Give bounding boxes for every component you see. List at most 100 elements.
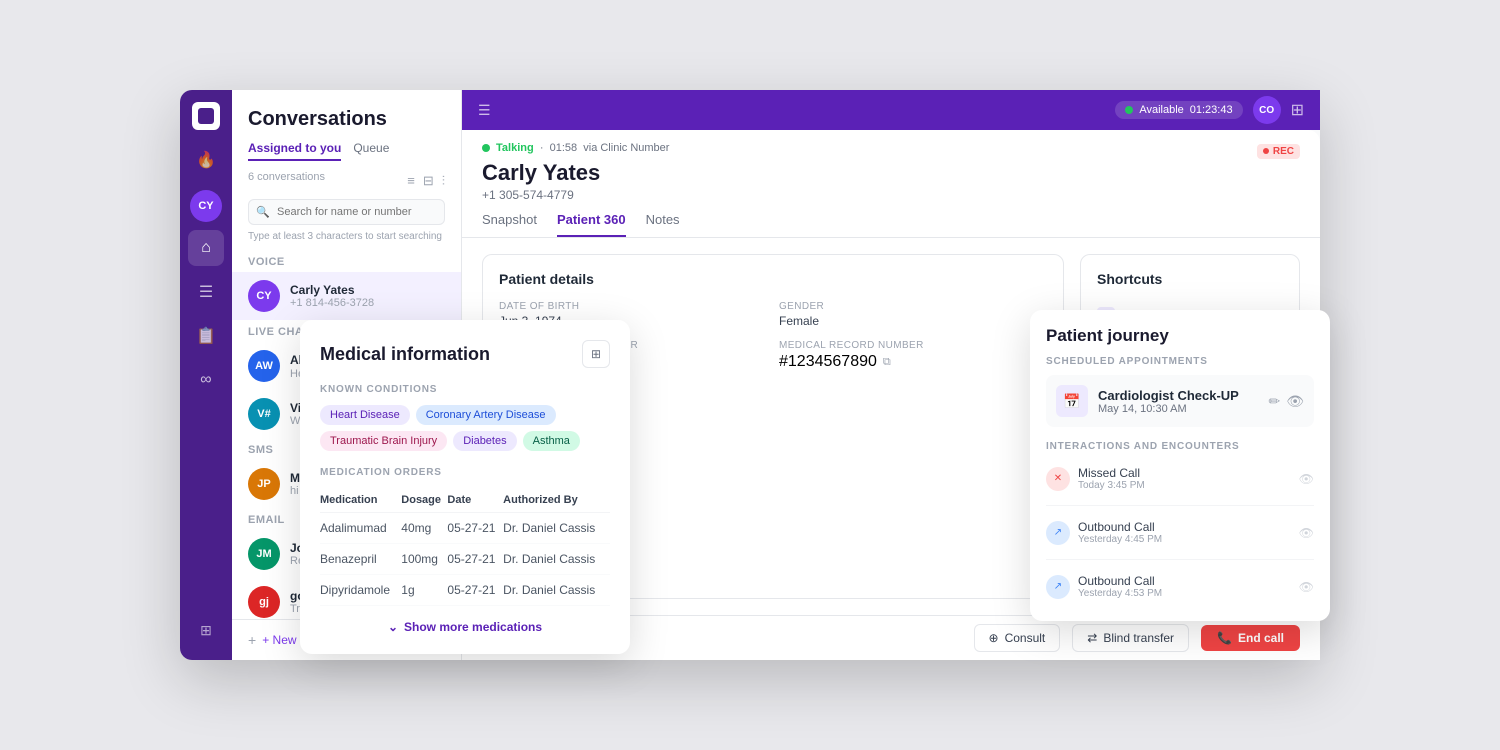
col-medication: Medication — [320, 488, 401, 513]
conv-info-carly: Carly Yates +1 814-456-3728 — [290, 283, 445, 309]
tab-notes[interactable]: Notes — [646, 212, 680, 237]
outbound-call-name-2: Outbound Call — [1078, 574, 1291, 588]
topbar-icon-left[interactable]: ☰ — [478, 102, 491, 119]
table-row: Dipyridamole 1g 05-27-21 Dr. Daniel Cass… — [320, 575, 610, 606]
grid-view-icon[interactable]: ⊟ — [423, 173, 434, 189]
end-call-icon: 📞 — [1217, 631, 1232, 645]
blind-transfer-button[interactable]: ⇄ Blind transfer — [1072, 624, 1189, 652]
col-date: Date — [447, 488, 503, 513]
topbar-right: Available 01:23:43 CO ⊞ — [1115, 96, 1304, 124]
outbound-call-info-1: Outbound Call Yesterday 4:45 PM — [1078, 520, 1291, 545]
known-conditions-label: KNOWN CONDITIONS — [320, 384, 610, 395]
missed-call-info: Missed Call Today 3:45 PM — [1078, 466, 1291, 491]
grid-menu-icon[interactable]: ⊞ — [1291, 100, 1304, 120]
medical-header: Medical information ⊞ — [320, 340, 610, 368]
tab-assigned[interactable]: Assigned to you — [248, 141, 341, 161]
condition-coronary[interactable]: Coronary Artery Disease — [416, 405, 556, 425]
transfer-icon: ⇄ — [1087, 631, 1097, 645]
call-via: via Clinic Number — [583, 142, 669, 154]
sidebar-nav: 🔥 CY ⌂ ☰ 📋 ∞ ⊞ — [180, 90, 232, 660]
patient-header: Talking · 01:58 via Clinic Number REC Ca… — [462, 130, 1320, 238]
nav-avatar[interactable]: CY — [190, 190, 222, 222]
missed-call-name: Missed Call — [1078, 466, 1291, 480]
interaction-missed: ✕ Missed Call Today 3:45 PM 👁 — [1046, 460, 1314, 497]
nav-home-icon[interactable]: ⌂ — [188, 230, 224, 266]
copy-icon[interactable]: ⧉ — [883, 356, 891, 369]
mrn-section: Medical Record Number #1234567890 ⧉ — [779, 340, 1047, 371]
medical-title: Medical information — [320, 344, 490, 365]
show-more-button[interactable]: ⌄ Show more medications — [320, 620, 610, 634]
col-authorized: Authorized By — [503, 488, 610, 513]
appointment-name: Cardiologist Check-UP — [1098, 388, 1258, 403]
consult-button[interactable]: ⊕ Consult — [974, 624, 1061, 652]
condition-diabetes[interactable]: Diabetes — [453, 431, 516, 451]
tab-snapshot[interactable]: Snapshot — [482, 212, 537, 237]
call-status-label: Talking — [496, 142, 534, 154]
rec-badge: REC — [1257, 144, 1300, 159]
med-authorized: Dr. Daniel Cassis — [503, 513, 610, 544]
conditions-row: Heart Disease Coronary Artery Disease Tr… — [320, 405, 610, 451]
tab-patient360[interactable]: Patient 360 — [557, 212, 626, 237]
outbound-call-view-icon-2[interactable]: 👁 — [1299, 580, 1314, 594]
consult-icon: ⊕ — [989, 631, 999, 645]
outbound-call-name-1: Outbound Call — [1078, 520, 1291, 534]
tab-queue[interactable]: Queue — [353, 141, 389, 161]
interactions-section-label: INTERACTIONS AND ENCOUNTERS — [1046, 441, 1314, 452]
nav-grid-icon[interactable]: ⊞ — [188, 612, 224, 648]
search-input[interactable] — [248, 199, 445, 225]
gender-section: Gender Female — [779, 301, 1047, 328]
condition-heart[interactable]: Heart Disease — [320, 405, 410, 425]
med-name: Benazepril — [320, 544, 401, 575]
conversations-count: 6 conversations — [248, 171, 325, 183]
outbound-call-view-icon-1[interactable]: 👁 — [1299, 526, 1314, 540]
med-name: Adalimumad — [320, 513, 401, 544]
outbound-call-time-1: Yesterday 4:45 PM — [1078, 534, 1291, 545]
conversations-header: Conversations Assigned to you Queue 6 co… — [232, 90, 461, 199]
topbar-left: ☰ — [478, 102, 491, 119]
call-indicator: Talking · 01:58 via Clinic Number — [482, 142, 669, 154]
missed-call-view-icon[interactable]: 👁 — [1299, 472, 1314, 486]
chevron-down-icon: ⌄ — [388, 620, 398, 634]
rec-dot — [1263, 148, 1269, 154]
list-view-icon[interactable]: ≡ — [407, 173, 415, 189]
med-date: 05-27-21 — [447, 544, 503, 575]
details-title: Patient details — [499, 271, 1047, 287]
edit-appointment-icon[interactable]: ✏ — [1268, 393, 1280, 410]
table-row: Benazepril 100mg 05-27-21 Dr. Daniel Cas… — [320, 544, 610, 575]
avatar-alex: AW — [248, 350, 280, 382]
appointment-actions: ✏ 👁 — [1268, 393, 1304, 410]
status-badge[interactable]: Available 01:23:43 — [1115, 101, 1242, 119]
journey-overlay: Patient journey SCHEDULED APPOINTMENTS 📅… — [1030, 310, 1330, 621]
mrn-label: Medical Record Number — [779, 340, 1047, 351]
conversations-tabs: Assigned to you Queue — [248, 141, 445, 161]
new-button-label: + New — [262, 633, 296, 647]
condition-asthma[interactable]: Asthma — [523, 431, 580, 451]
medical-overlay: Medical information ⊞ KNOWN CONDITIONS H… — [300, 320, 630, 654]
end-call-label: End call — [1238, 631, 1284, 645]
patient-name: Carly Yates — [482, 160, 1300, 186]
nav-clipboard-icon[interactable]: 📋 — [188, 318, 224, 354]
conv-item-carly[interactable]: CY Carly Yates +1 814-456-3728 — [232, 272, 461, 320]
logo[interactable] — [192, 102, 220, 130]
missed-call-icon: ✕ — [1046, 467, 1070, 491]
appointment-info: Cardiologist Check-UP May 14, 10:30 AM — [1098, 388, 1258, 415]
rec-label: REC — [1273, 146, 1294, 157]
outbound-call-info-2: Outbound Call Yesterday 4:53 PM — [1078, 574, 1291, 599]
blind-transfer-label: Blind transfer — [1103, 631, 1174, 645]
user-avatar[interactable]: CO — [1253, 96, 1281, 124]
show-more-label: Show more medications — [404, 620, 542, 634]
nav-list-icon[interactable]: ☰ — [188, 274, 224, 310]
med-date: 05-27-21 — [447, 513, 503, 544]
filter-icon[interactable]: ⫶ — [442, 173, 445, 189]
medication-label: MEDICATION ORDERS — [320, 467, 610, 478]
nav-fire-icon[interactable]: 🔥 — [188, 142, 224, 178]
conversations-title: Conversations — [248, 108, 445, 131]
nav-link-icon[interactable]: ∞ — [188, 362, 224, 398]
end-call-button[interactable]: 📞 End call — [1201, 625, 1300, 651]
gender-value: Female — [779, 314, 1047, 328]
medical-expand-icon[interactable]: ⊞ — [582, 340, 610, 368]
avatar-gordon: gj — [248, 586, 280, 618]
view-appointment-icon[interactable]: 👁 — [1286, 393, 1304, 410]
med-name: Dipyridamole — [320, 575, 401, 606]
condition-brain[interactable]: Traumatic Brain Injury — [320, 431, 447, 451]
